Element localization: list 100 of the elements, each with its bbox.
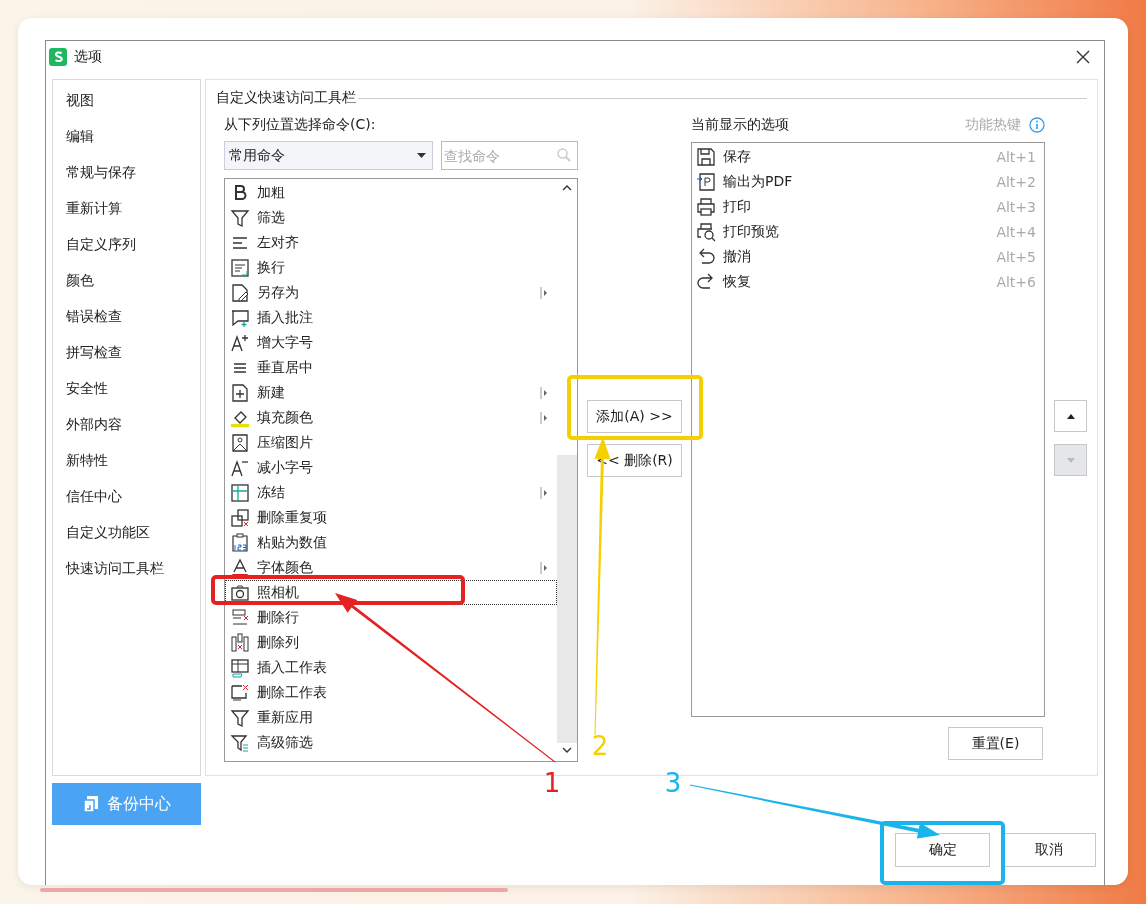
command-item[interactable]: 粘贴为数值 (225, 530, 557, 555)
print-preview-icon (696, 221, 716, 242)
step-number: 3 (664, 768, 682, 798)
command-item[interactable]: 字体颜色 (225, 555, 557, 580)
ok-button[interactable]: 确定 (895, 833, 990, 867)
toolbar-item[interactable]: 打印 Alt+3 (692, 194, 1044, 219)
toolbar-item[interactable]: 输出为PDF Alt+2 (692, 169, 1044, 194)
camera-icon (230, 582, 250, 603)
sidebar-item[interactable]: 常规与保存 (66, 162, 200, 198)
command-label: 新建 (257, 383, 285, 402)
shortcut-text: Alt+3 (996, 198, 1036, 215)
sidebar-item[interactable]: 视图 (66, 90, 200, 126)
submenu-arrow-icon (540, 287, 548, 299)
move-up-button[interactable] (1054, 400, 1087, 432)
chevron-up-icon[interactable] (562, 185, 572, 191)
command-item[interactable]: 减小字号 (225, 455, 557, 480)
sidebar-item[interactable]: 自定义序列 (66, 234, 200, 270)
toolbar-item[interactable]: 打印预览 Alt+4 (692, 219, 1044, 244)
reset-button[interactable]: 重置(E) (948, 727, 1043, 760)
close-icon[interactable] (1076, 50, 1090, 64)
group-title: 自定义快速访问工具栏 (216, 89, 356, 107)
search-field[interactable]: 查找命令 (441, 141, 578, 170)
command-item[interactable]: 筛选 (225, 205, 557, 230)
submenu-arrow-icon (540, 562, 548, 574)
funnel-icon (230, 707, 250, 728)
command-item[interactable]: 插入工作表 (225, 655, 557, 680)
shortcut-text: Alt+6 (996, 273, 1036, 290)
command-item[interactable]: 新建 (225, 380, 557, 405)
chevron-down-icon[interactable] (562, 747, 572, 753)
command-label: 删除行 (257, 608, 299, 627)
sidebar-item[interactable]: 新特性 (66, 450, 200, 486)
funnel-list-icon (230, 732, 250, 753)
command-item[interactable]: 高级筛选 (225, 730, 557, 755)
sidebar-item[interactable]: 快速访问工具栏 (66, 558, 200, 594)
toolbar-item[interactable]: 恢复 Alt+6 (692, 269, 1044, 294)
command-label: 填充颜色 (257, 408, 313, 427)
submenu-arrow-icon (540, 412, 548, 424)
command-label: 重新应用 (257, 708, 313, 727)
command-item[interactable]: 另存为 (225, 280, 557, 305)
triangle-up-icon (1066, 413, 1075, 419)
scrollbar-thumb[interactable] (557, 455, 577, 743)
triangle-down-icon (1066, 457, 1075, 463)
sidebar-item[interactable]: 错误检查 (66, 306, 200, 342)
command-item[interactable]: 垂直居中 (225, 355, 557, 380)
caret-icon (417, 153, 426, 158)
command-item[interactable]: 重新应用 (225, 705, 557, 730)
font-grow-icon (230, 332, 250, 353)
command-label: 减小字号 (257, 458, 313, 477)
pdf-export-icon (696, 171, 716, 192)
app-logo-icon (49, 48, 67, 66)
sidebar-item[interactable]: 重新计算 (66, 198, 200, 234)
add-button[interactable]: 添加(A) >> (587, 400, 682, 433)
command-label: 冻结 (257, 483, 285, 502)
toolbar-item-label: 恢复 (723, 272, 751, 291)
command-label: 加粗 (257, 183, 285, 202)
sidebar-item[interactable]: 拼写检查 (66, 342, 200, 378)
submenu-arrow-icon (540, 487, 548, 499)
document-pen-icon (230, 282, 250, 303)
command-item[interactable]: 左对齐 (225, 230, 557, 255)
command-label: 另存为 (257, 283, 299, 302)
command-item[interactable]: 换行 (225, 255, 557, 280)
command-item[interactable]: 删除行 (225, 605, 557, 630)
sidebar-item[interactable]: 自定义功能区 (66, 522, 200, 558)
wrap-text-icon (230, 257, 250, 278)
toolbar-item-label: 保存 (723, 147, 751, 166)
clipboard-icon (230, 532, 250, 553)
sidebar-item[interactable]: 信任中心 (66, 486, 200, 522)
grid-icon (230, 482, 250, 503)
command-item[interactable]: 删除工作表 (225, 680, 557, 705)
command-item[interactable]: 加粗 (225, 180, 557, 205)
toolbar-item[interactable]: 撤消 Alt+5 (692, 244, 1044, 269)
document-icon (82, 795, 99, 813)
printer-icon (696, 196, 716, 217)
window-title: 选项 (74, 48, 102, 66)
sidebar-item[interactable]: 外部内容 (66, 414, 200, 450)
shortcut-text: Alt+5 (996, 248, 1036, 265)
command-source-label: 从下列位置选择命令(C): (224, 116, 377, 134)
command-item[interactable]: 删除列 (225, 630, 557, 655)
sidebar-item[interactable]: 安全性 (66, 378, 200, 414)
shortcut-text: Alt+1 (996, 148, 1036, 165)
command-item[interactable]: 插入批注 (225, 305, 557, 330)
command-item[interactable]: 冻结 (225, 480, 557, 505)
toolbar-item-label: 打印预览 (723, 222, 779, 241)
command-item[interactable]: 删除重复项 (225, 505, 557, 530)
command-label: 字体颜色 (257, 558, 313, 577)
command-label: 删除重复项 (257, 508, 327, 527)
command-label: 高级筛选 (257, 733, 313, 752)
delete-sheet-icon (230, 682, 250, 703)
command-item[interactable]: 压缩图片 (225, 430, 557, 455)
command-item[interactable]: 填充颜色 (225, 405, 557, 430)
step-number: 1 (543, 768, 561, 798)
command-item[interactable]: 增大字号 (225, 330, 557, 355)
image-icon (230, 432, 250, 453)
toolbar-item[interactable]: 保存 Alt+1 (692, 144, 1044, 169)
command-category-dropdown[interactable]: 常用命令 (224, 141, 433, 170)
command-label: 粘贴为数值 (257, 533, 327, 552)
info-icon[interactable] (1029, 117, 1045, 133)
sidebar-item[interactable]: 颜色 (66, 270, 200, 306)
overlapping-squares-icon (230, 507, 250, 528)
sidebar-item[interactable]: 编辑 (66, 126, 200, 162)
